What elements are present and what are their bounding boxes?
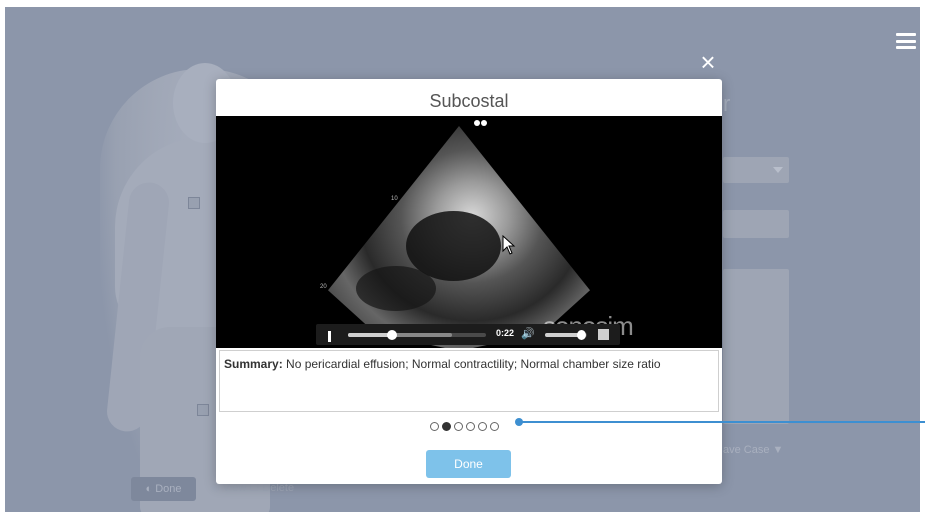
time-label: 0:22	[496, 328, 515, 338]
background-done-button: ◐ Done	[131, 477, 196, 501]
hamburger-menu-icon[interactable]	[896, 33, 916, 49]
pager-dot[interactable]	[442, 422, 451, 432]
volume-fill	[545, 333, 581, 337]
depth-label: 20	[320, 284, 327, 290]
ultrasound-chamber	[356, 266, 436, 311]
progress-handle[interactable]	[387, 330, 398, 340]
background-textarea	[723, 269, 789, 424]
summary-box: Summary: No pericardial effusion; Normal…	[219, 350, 719, 412]
volume-slider[interactable]	[545, 330, 587, 340]
volume-icon[interactable]: 🔊	[521, 328, 535, 340]
pager-dot[interactable]	[430, 422, 439, 432]
pager-dot[interactable]	[466, 422, 475, 432]
background-input	[723, 210, 789, 238]
probe-indicator-dot	[474, 120, 480, 126]
volume-handle[interactable]	[576, 330, 586, 340]
modal-title: Subcostal	[429, 91, 509, 111]
summary-label: Summary:	[224, 357, 283, 371]
background-save-case: ave Case ▼	[723, 444, 784, 456]
pager-dot[interactable]	[478, 422, 487, 432]
pager-callout-dot	[515, 418, 523, 426]
video-modal: Subcostal 10 20 sonosim 0:22 🔊	[216, 79, 722, 484]
pager-callout-line	[518, 421, 925, 423]
ultrasound-video[interactable]: 10 20 sonosim 0:22 🔊	[216, 116, 722, 348]
pager-dot[interactable]	[454, 422, 463, 432]
fullscreen-icon[interactable]	[598, 329, 609, 340]
chevron-down-icon	[773, 167, 783, 173]
background-title-fragment: r	[723, 91, 731, 116]
close-icon[interactable]: ×	[698, 49, 718, 75]
progress-played	[348, 333, 393, 337]
probe-marker	[197, 404, 209, 416]
background-done-label: Done	[155, 483, 182, 495]
done-button[interactable]: Done	[426, 450, 511, 478]
probe-indicator-dot	[481, 120, 487, 126]
probe-marker	[188, 197, 200, 209]
video-controls: 0:22 🔊	[316, 324, 620, 345]
pause-icon[interactable]	[328, 329, 337, 342]
mouse-cursor-icon	[502, 235, 516, 255]
depth-label: 10	[391, 196, 398, 202]
pager-dot[interactable]	[490, 422, 499, 432]
summary-text: No pericardial effusion; Normal contract…	[282, 357, 661, 371]
progress-slider[interactable]	[348, 330, 486, 340]
clip-pager	[430, 418, 502, 432]
